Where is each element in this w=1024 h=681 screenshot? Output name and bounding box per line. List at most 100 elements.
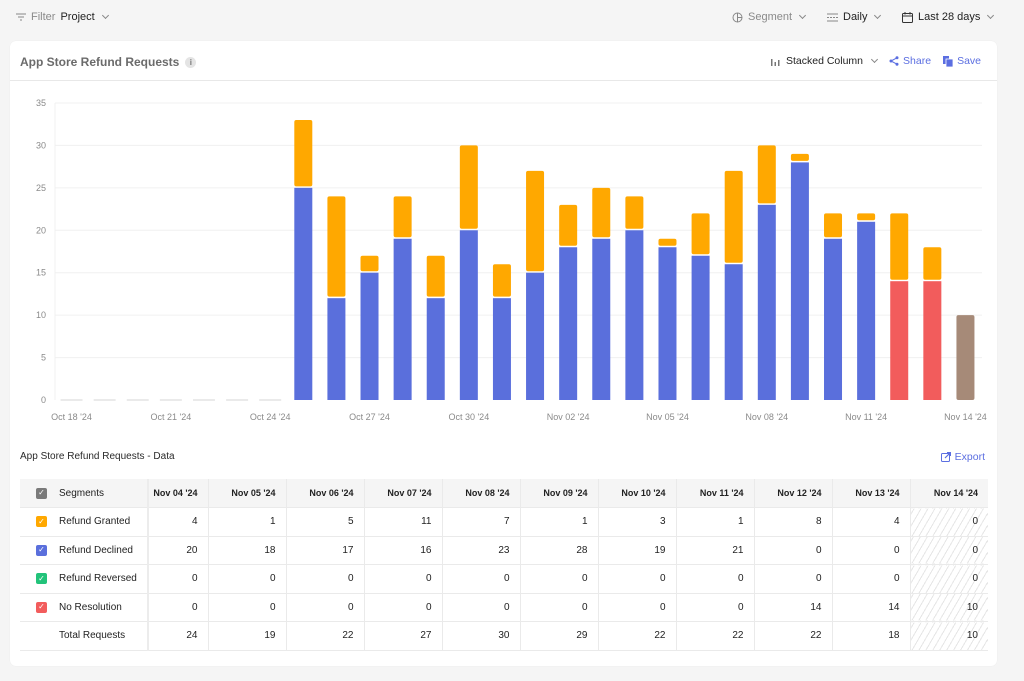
value-cell: 0 xyxy=(909,507,988,537)
value-cell: 0 xyxy=(675,593,754,622)
segment-checkbox[interactable]: ✓ xyxy=(36,573,47,585)
checkbox-spacer xyxy=(36,630,47,641)
value-cell: 0 xyxy=(909,536,988,565)
value-cell: 28 xyxy=(519,536,598,565)
chevron-down-icon xyxy=(798,11,807,20)
column-header[interactable]: Nov 09 '24 xyxy=(519,479,598,508)
x-tick-label: Nov 14 '24 xyxy=(944,412,987,422)
value-cell: 10 xyxy=(909,621,988,651)
bar-segment xyxy=(724,170,743,263)
table-row: ✓ Refund Reversed 0 0 0 0 0 0 0 0 0 0 0 xyxy=(20,564,988,594)
y-tick-label: 30 xyxy=(36,140,46,150)
value-cell: 0 xyxy=(753,564,832,594)
value-cell: 27 xyxy=(363,621,442,651)
value-cell: 14 xyxy=(753,593,832,622)
bar-segment xyxy=(426,298,445,400)
column-header[interactable]: Nov 08 '24 xyxy=(441,479,520,508)
column-header[interactable]: Nov 06 '24 xyxy=(285,479,364,508)
value-cell: 0 xyxy=(519,564,598,594)
column-header[interactable]: Nov 04 '24 xyxy=(147,479,208,508)
value-cell: 19 xyxy=(597,536,676,565)
date-range-label: Last 28 days xyxy=(918,11,981,23)
value-cell: 14 xyxy=(831,593,910,622)
data-table-title: App Store Refund Requests - Data xyxy=(20,451,175,462)
column-header[interactable]: Nov 05 '24 xyxy=(207,479,286,508)
value-cell: 1 xyxy=(519,507,598,537)
chevron-down-icon xyxy=(874,11,882,20)
bar-segment xyxy=(724,264,743,400)
chart-bars-icon xyxy=(770,58,780,66)
value-cell: 0 xyxy=(207,564,286,594)
segment-cell: Total Requests xyxy=(20,621,149,651)
bar-segment xyxy=(459,230,478,400)
bar-segment xyxy=(592,187,611,238)
segment-label: Refund Declined xyxy=(59,544,133,556)
segment-cell: ✓ Refund Granted xyxy=(20,507,149,537)
select-all-checkbox[interactable]: ✓ xyxy=(36,487,47,499)
value-cell: 20 xyxy=(147,536,208,565)
bar-segment xyxy=(625,230,644,400)
bar-segment xyxy=(625,196,644,229)
segment-checkbox[interactable]: ✓ xyxy=(36,601,47,613)
value-cell: 11 xyxy=(363,507,442,537)
bar-segment xyxy=(790,162,809,400)
external-link-icon xyxy=(940,452,951,462)
value-cell: 4 xyxy=(147,507,208,537)
table-row: ✓ Refund Declined 20 18 17 16 23 28 19 21 0 0 0 xyxy=(20,536,988,565)
table-header-row: ✓ Segments Nov 04 '24 Nov 05 '24 Nov 06 '2… xyxy=(20,479,988,508)
value-cell: 4 xyxy=(831,507,910,537)
value-cell: 0 xyxy=(597,564,676,594)
value-cell: 19 xyxy=(207,621,286,651)
interval-lines-icon xyxy=(827,13,838,21)
value-cell: 0 xyxy=(675,564,754,594)
column-header[interactable]: Nov 12 '24 xyxy=(753,479,832,508)
value-cell: 0 xyxy=(147,593,208,622)
value-cell: 10 xyxy=(909,593,988,622)
value-cell: 0 xyxy=(147,564,208,594)
value-cell: 0 xyxy=(831,564,910,594)
segment-checkbox[interactable]: ✓ xyxy=(36,544,47,556)
bar-segment xyxy=(393,238,412,400)
filter-project-dropdown[interactable]: Project xyxy=(60,11,94,23)
value-cell: 24 xyxy=(147,621,208,651)
export-button[interactable]: Export xyxy=(940,451,985,463)
info-icon[interactable]: i xyxy=(185,56,197,68)
x-tick-label: Oct 18 '24 xyxy=(51,412,92,422)
bar-segment xyxy=(592,238,611,400)
segment-cell: ✓ No Resolution xyxy=(20,593,149,622)
column-header[interactable]: Nov 13 '24 xyxy=(831,479,910,508)
column-header[interactable]: Nov 11 '24 xyxy=(675,479,754,508)
date-range-dropdown[interactable]: Last 28 days xyxy=(902,11,995,23)
value-cell: 23 xyxy=(441,536,520,565)
value-cell: 7 xyxy=(441,507,520,537)
y-tick-label: 15 xyxy=(36,268,46,278)
segment-label: Refund Granted xyxy=(59,516,131,528)
value-cell: 8 xyxy=(753,507,832,537)
bar-segment xyxy=(857,213,876,221)
export-label: Export xyxy=(954,451,985,463)
table-row: Total Requests 24 19 22 27 30 29 22 22 22 18 10 xyxy=(20,621,988,651)
save-button[interactable]: Save xyxy=(943,55,981,67)
bar-segment xyxy=(923,281,942,400)
bar-segment xyxy=(526,170,545,272)
bar-segment xyxy=(691,213,710,255)
segment-label: No Resolution xyxy=(59,601,122,613)
segment-dropdown[interactable]: Segment xyxy=(732,11,807,23)
chart-type-dropdown[interactable]: Stacked Column xyxy=(770,55,879,67)
segment-label: Segment xyxy=(748,11,793,23)
y-tick-label: 25 xyxy=(36,183,46,193)
column-header[interactable]: Nov 10 '24 xyxy=(597,479,676,508)
share-button[interactable]: Share xyxy=(889,55,931,67)
segments-header: ✓ Segments xyxy=(20,479,149,508)
bar-segment xyxy=(824,213,843,238)
value-cell: 0 xyxy=(207,593,286,622)
segment-checkbox[interactable]: ✓ xyxy=(36,516,47,528)
value-cell: 0 xyxy=(519,593,598,622)
value-cell: 5 xyxy=(285,507,364,537)
column-header[interactable]: Nov 14 '24 xyxy=(909,479,988,508)
interval-dropdown[interactable]: Daily xyxy=(827,11,882,23)
segments-header-label: Segments xyxy=(59,487,105,499)
bar-segment xyxy=(890,281,909,400)
filter-control[interactable]: Filter Project xyxy=(16,11,109,23)
column-header[interactable]: Nov 07 '24 xyxy=(363,479,442,508)
